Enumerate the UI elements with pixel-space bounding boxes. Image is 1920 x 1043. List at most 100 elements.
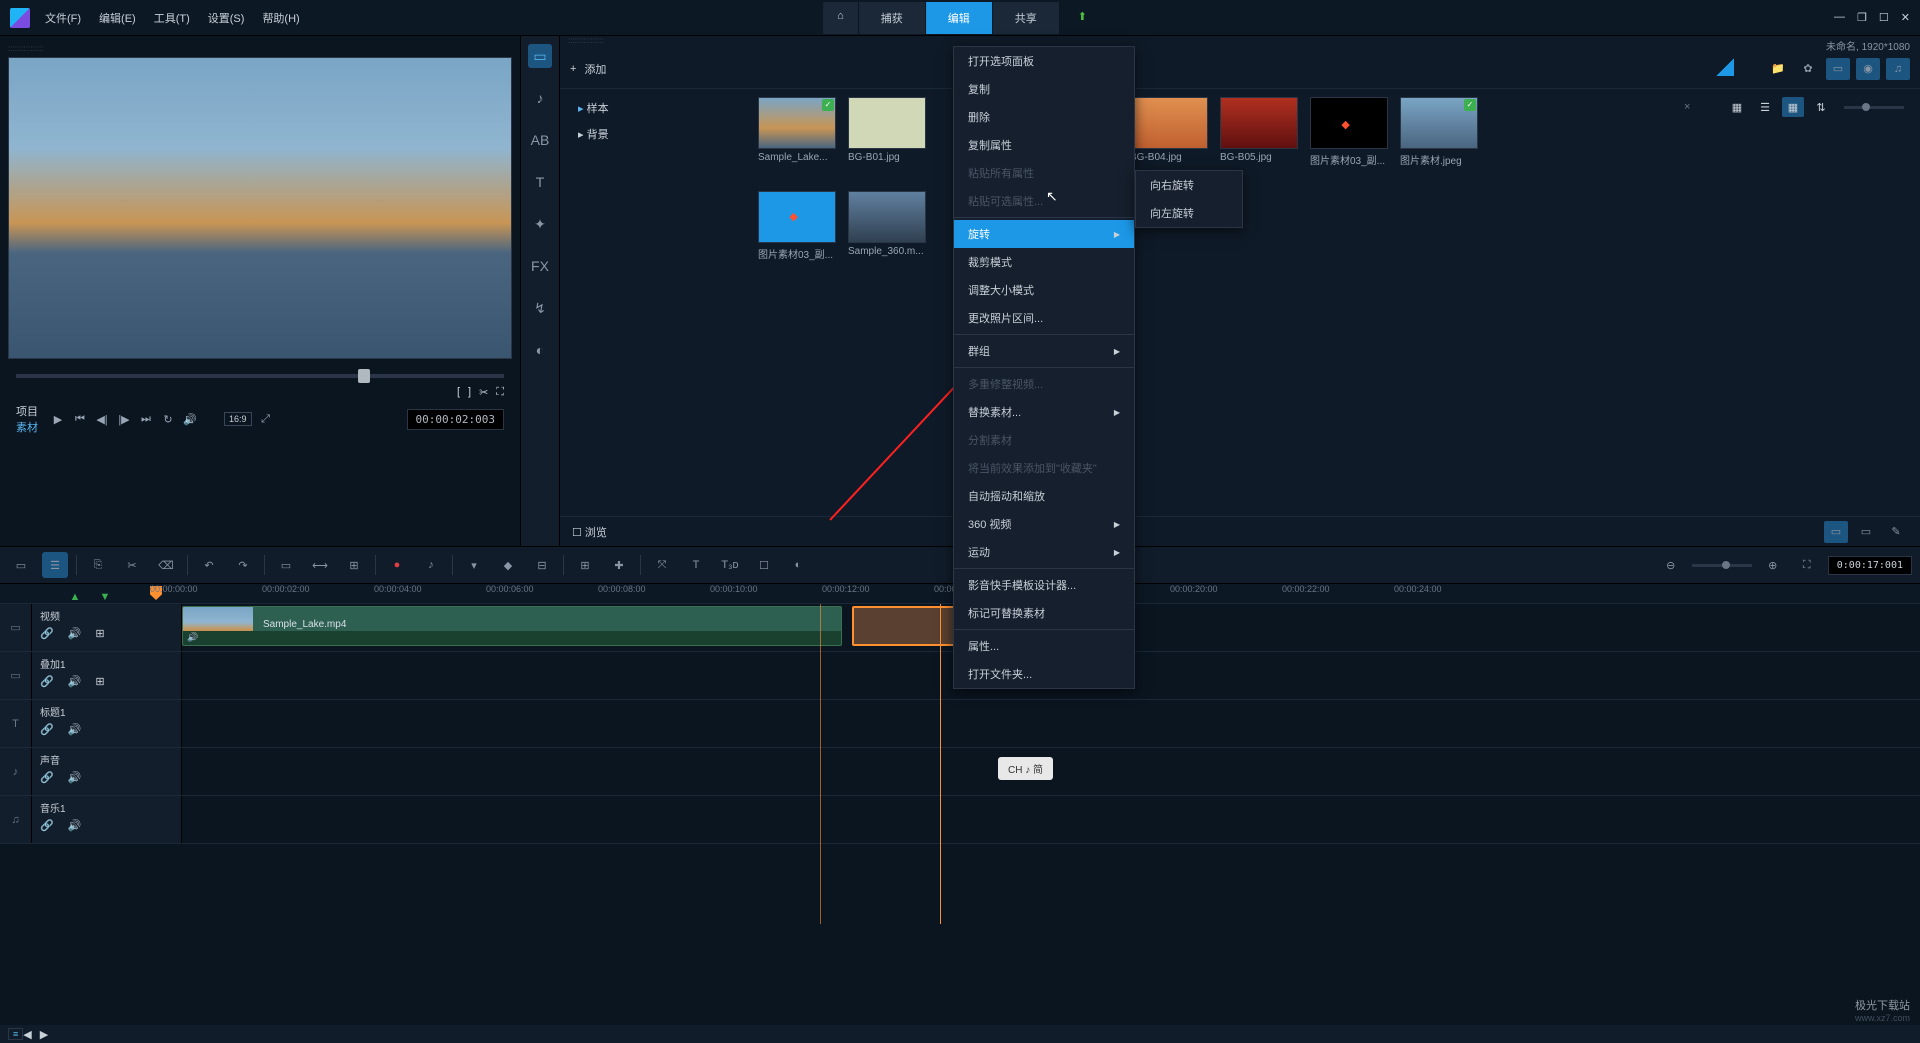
- track-type-icon[interactable]: T: [0, 700, 32, 747]
- lock-icon[interactable]: ⊞: [95, 627, 104, 640]
- preview-timecode[interactable]: 00:00:02:003: [407, 409, 504, 430]
- ctx-item[interactable]: 360 视频▶: [954, 510, 1134, 538]
- volume-icon[interactable]: 🔊: [182, 411, 198, 427]
- restore-icon[interactable]: ❐: [1857, 11, 1867, 24]
- transition-category-icon[interactable]: AB: [528, 128, 552, 152]
- view-detail-icon[interactable]: ☰: [1754, 97, 1776, 117]
- toolbar-timecode[interactable]: 0:00:17:001: [1828, 556, 1912, 575]
- marker-icon[interactable]: ▾: [461, 552, 487, 578]
- maximize-icon[interactable]: ☐: [1879, 11, 1889, 24]
- preview-viewport[interactable]: [8, 57, 512, 359]
- track-type-icon[interactable]: ♫: [0, 796, 32, 843]
- ctx-item[interactable]: 标记可替换素材: [954, 599, 1134, 627]
- menu-help[interactable]: 帮助(H): [262, 10, 299, 26]
- mixer-icon[interactable]: ♪: [418, 552, 444, 578]
- ctx-item[interactable]: 打开文件夹...: [954, 660, 1134, 688]
- ctx-item[interactable]: 打开选项面板: [954, 47, 1134, 75]
- tab-capture[interactable]: 捕获: [859, 2, 926, 34]
- track-type-icon[interactable]: ♪: [0, 748, 32, 795]
- browse-icon[interactable]: ☐ 浏览: [572, 524, 607, 540]
- thumb-material-03b[interactable]: ◆图片素材03_副...: [758, 191, 836, 261]
- ctx-item[interactable]: 群组▶: [954, 337, 1134, 365]
- scroll-right-icon[interactable]: ▶: [40, 1028, 48, 1041]
- upload-icon[interactable]: ⬆: [1068, 2, 1097, 34]
- thumb-material-03a[interactable]: ◆图片素材03_副...: [1310, 97, 1388, 167]
- thumb-sample-360[interactable]: Sample_360.m...: [848, 191, 926, 261]
- mute-icon[interactable]: 🔊: [68, 675, 82, 688]
- undo-icon[interactable]: ↶: [196, 552, 222, 578]
- submenu-item[interactable]: 向左旋转: [1136, 199, 1242, 227]
- link-icon[interactable]: 🔗: [40, 723, 54, 736]
- folder-plus-icon[interactable]: 📁: [1766, 58, 1790, 80]
- track-type-icon[interactable]: ▭: [0, 652, 32, 699]
- timeline-view-icon[interactable]: ☰: [42, 552, 68, 578]
- track-body[interactable]: [182, 796, 1920, 843]
- track-type-icon[interactable]: ▭: [0, 604, 32, 651]
- mute-icon[interactable]: 🔊: [68, 627, 82, 640]
- tool-3-icon[interactable]: ⊞: [341, 552, 367, 578]
- thumb-bg-b05[interactable]: BG-B05.jpg: [1220, 97, 1298, 167]
- tree-item-background[interactable]: ▸ 背景: [560, 121, 750, 147]
- storyboard-view-icon[interactable]: ▭: [8, 552, 34, 578]
- mark-in-icon[interactable]: [: [457, 386, 460, 399]
- loop-icon[interactable]: ↻: [160, 411, 176, 427]
- guide-icon[interactable]: ✚: [606, 552, 632, 578]
- drag-handle[interactable]: ::::::::::::::::: [8, 44, 512, 53]
- aspect-ratio-button[interactable]: 16:9: [224, 412, 252, 426]
- link-icon[interactable]: 🔗: [40, 675, 54, 688]
- text-tb-icon[interactable]: T: [683, 552, 709, 578]
- ctx-item[interactable]: 复制属性: [954, 131, 1134, 159]
- step-back-icon[interactable]: ◀|: [94, 411, 110, 427]
- minimize-icon[interactable]: —: [1834, 11, 1845, 24]
- link-icon[interactable]: 🔗: [40, 819, 54, 832]
- play-icon[interactable]: ▶: [50, 411, 66, 427]
- cut-tb-icon[interactable]: ✂: [119, 552, 145, 578]
- link-icon[interactable]: 🔗: [40, 771, 54, 784]
- preview-scrubber[interactable]: [16, 374, 504, 378]
- mute-icon[interactable]: 🔊: [68, 771, 82, 784]
- sort-icon[interactable]: ⇅: [1810, 97, 1832, 117]
- ctx-item[interactable]: 影音快手模板设计器...: [954, 571, 1134, 599]
- tab-home[interactable]: ⌂: [823, 2, 859, 34]
- tab-share[interactable]: 共享: [993, 2, 1060, 34]
- link-icon[interactable]: 🔗: [40, 627, 54, 640]
- 3d-text-icon[interactable]: T₃ᴅ: [717, 552, 743, 578]
- delete-tb-icon[interactable]: ⌫: [153, 552, 179, 578]
- mute-icon[interactable]: 🔊: [68, 819, 82, 832]
- lock-icon[interactable]: ⊞: [95, 675, 104, 688]
- close-icon[interactable]: ✕: [1901, 11, 1910, 24]
- video-clip[interactable]: Sample_Lake.mp4🔊: [182, 606, 842, 646]
- grid-tb-icon[interactable]: ⊞: [572, 552, 598, 578]
- footer-icon-1[interactable]: ▭: [1824, 521, 1848, 543]
- chapter-icon[interactable]: ◆: [495, 552, 521, 578]
- add-button[interactable]: + 添加: [570, 61, 606, 77]
- mute-icon[interactable]: 🔊: [68, 723, 82, 736]
- thumb-material-jpeg[interactable]: ✓图片素材.jpeg: [1400, 97, 1478, 167]
- menu-tools[interactable]: 工具(T): [154, 10, 190, 26]
- fx-category-icon[interactable]: FX: [528, 254, 552, 278]
- tree-item-sample[interactable]: ▸ 样本: [560, 95, 750, 121]
- menu-file[interactable]: 文件(F): [45, 10, 81, 26]
- audio-category-icon[interactable]: ♪: [528, 86, 552, 110]
- step-fwd-icon[interactable]: |▶: [116, 411, 132, 427]
- view-grid-icon[interactable]: ▦: [1782, 97, 1804, 117]
- thumb-sample-lake[interactable]: ✓Sample_Lake...: [758, 97, 836, 167]
- tool-1-icon[interactable]: ▭: [273, 552, 299, 578]
- overlay-category-icon[interactable]: ✦: [528, 212, 552, 236]
- horizontal-scrollbar[interactable]: [58, 1030, 1902, 1038]
- gear-icon[interactable]: ✿: [1796, 58, 1820, 80]
- next-clip-icon[interactable]: ⏭: [138, 411, 154, 427]
- drag-handle-lib[interactable]: ::::::::::::::::: [560, 36, 1920, 45]
- loading-category-icon[interactable]: ◐: [528, 338, 552, 362]
- scroll-left-icon[interactable]: ◀: [23, 1028, 31, 1041]
- title-category-icon[interactable]: T: [528, 170, 552, 194]
- playhead-line[interactable]: [940, 604, 941, 924]
- submenu-item[interactable]: 向右旋转: [1136, 171, 1242, 199]
- track-body[interactable]: [182, 700, 1920, 747]
- ctx-item[interactable]: 调整大小模式: [954, 276, 1134, 304]
- ctx-item[interactable]: 替换素材...▶: [954, 398, 1134, 426]
- project-mode-label[interactable]: 项目: [16, 403, 38, 419]
- ctx-item[interactable]: 自动摇动和缩放: [954, 482, 1134, 510]
- redo-icon[interactable]: ↷: [230, 552, 256, 578]
- ctx-item[interactable]: 运动▶: [954, 538, 1134, 566]
